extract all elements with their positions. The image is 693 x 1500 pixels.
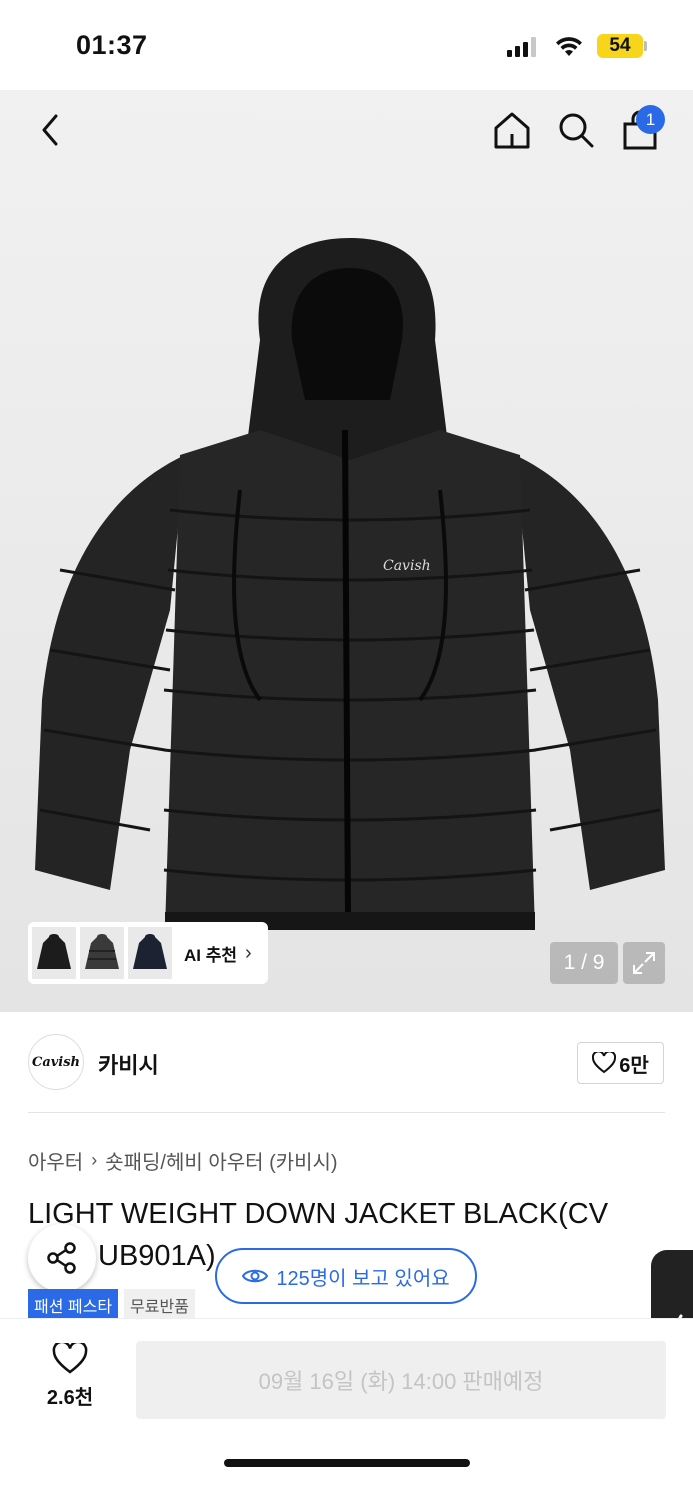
thumbnail-3[interactable] [128,927,172,979]
product-tags: 패션 페스타 무료반품 [28,1289,195,1321]
brand-name[interactable]: 카비시 [98,1048,159,1080]
product-image: Cavish [35,238,665,930]
wifi-icon [556,37,582,56]
product-image-gallery[interactable]: 1 Cavish AI 추천 › 1 / 9 [0,90,693,1012]
viewers-count-text: 125명이 보고 있어요 [276,1267,450,1290]
viewers-count-pill: 125명이 보고 있어요 [215,1248,477,1304]
svg-text:Cavish: Cavish [383,558,431,574]
battery-tip [644,41,647,51]
brand-row[interactable]: Cavish 카비시 6만 [0,1012,693,1112]
status-time: 01:37 [76,30,148,60]
search-icon [559,113,594,148]
chevron-left-icon [42,114,58,146]
thumbnail-strip[interactable]: AI 추천 › [28,922,268,984]
thumbnail-1[interactable] [32,927,76,979]
divider [28,1112,665,1113]
purchase-button[interactable]: 09월 16일 (화) 14:00 판매예정 [136,1341,666,1419]
cart-count-badge: 1 [636,105,665,134]
bottom-action-bar: 2.6천 09월 16일 (화) 14:00 판매예정 [0,1318,693,1500]
expand-icon [633,952,655,974]
breadcrumb-item-padding[interactable]: 숏패딩/헤비 아우터 (카비시) [105,1146,337,1175]
chevron-right-icon: › [91,1150,98,1170]
chevron-right-icon[interactable]: › [245,942,252,965]
thumbnail-2[interactable] [80,927,124,979]
share-icon [47,1242,76,1274]
home-indicator [224,1459,470,1467]
battery-indicator: 54 [597,34,643,58]
product-title-line-1: LIGHT WEIGHT DOWN JACKET BLACK(CV [28,1198,609,1230]
home-icon [494,112,530,149]
status-bar: 01:37 54 [0,0,693,90]
breadcrumb-item-outer[interactable]: 아우터 [28,1146,83,1175]
signal-icon [507,37,536,57]
eye-icon [242,1269,269,1283]
tag-fashion-festa: 패션 페스타 [28,1289,119,1321]
back-button[interactable] [30,108,70,152]
breadcrumb: 아우터 › 숏패딩/헤비 아우터 (카비시) [28,1146,338,1175]
search-button[interactable] [554,108,598,152]
expand-button[interactable] [623,942,665,984]
brand-logo[interactable]: Cavish [28,1034,84,1090]
jacket-thumbnail-icon [133,934,167,969]
home-button[interactable] [490,108,534,152]
brand-like-count: 6만 [619,1054,649,1077]
tag-free-return: 무료반품 [124,1289,195,1321]
heart-icon [592,1052,617,1074]
jacket-thumbnail-icon [85,934,119,969]
wishlist-button[interactable]: 2.6천 [30,1343,110,1410]
image-page-indicator: 1 / 9 [550,942,618,984]
jacket-thumbnail-icon [37,934,71,969]
brand-like-button[interactable]: 6만 [577,1042,664,1084]
heart-icon [52,1343,88,1374]
wishlist-count: 2.6천 [46,1387,94,1409]
share-button[interactable] [28,1224,96,1292]
ai-recommend-label[interactable]: AI 추천 [184,941,237,966]
